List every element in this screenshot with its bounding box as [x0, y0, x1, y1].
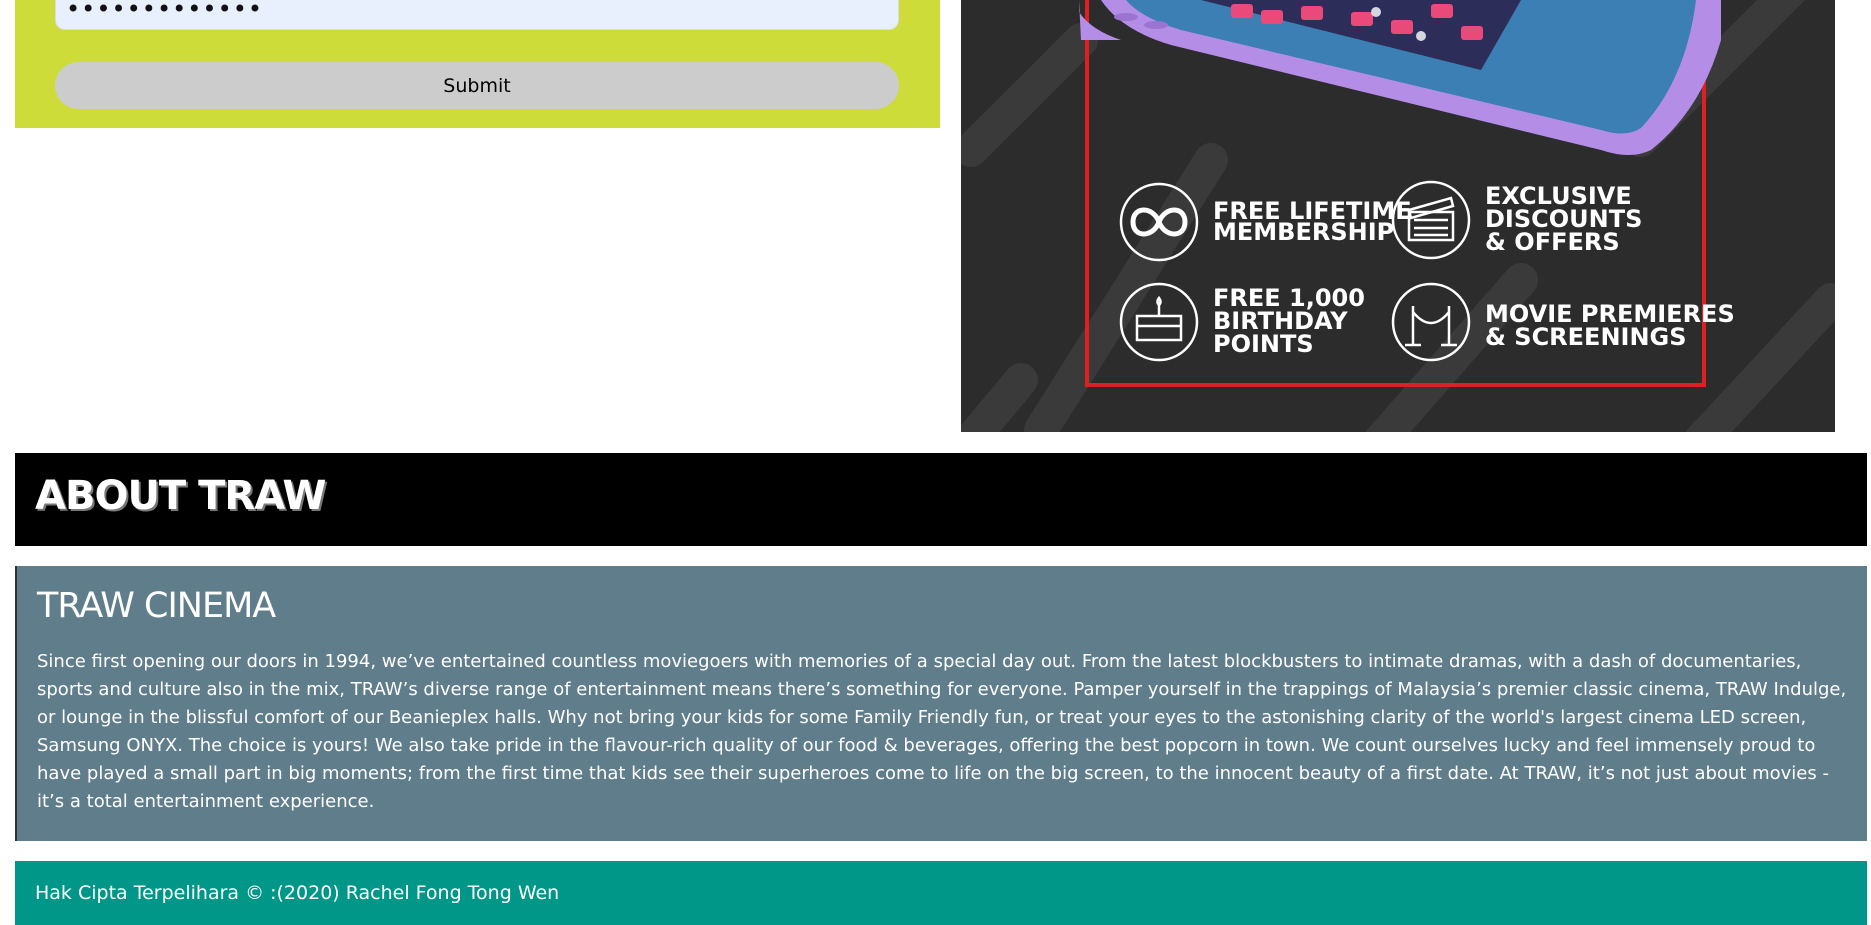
benefit-3-line-3: POINTS	[1213, 330, 1314, 358]
benefit-4-line-2: & SCREENINGS	[1485, 323, 1687, 351]
promo-graphic: FREE LIFETIME MEMBERSHIP EXCLUSIVE DISCO…	[961, 0, 1835, 432]
about-header: ABOUT TRAW	[15, 453, 1867, 546]
about-section: TRAW CINEMA Since first opening our door…	[15, 566, 1867, 841]
benefit-1-line-2: MEMBERSHIP	[1213, 218, 1394, 246]
copyright-text: Hak Cipta Terpelihara © :(2020) Rachel F…	[35, 882, 560, 904]
about-paragraph: Since first opening our doors in 1994, w…	[37, 651, 1847, 812]
benefit-2-line-3: & OFFERS	[1485, 228, 1620, 256]
about-subtitle: TRAW CINEMA	[37, 586, 276, 626]
footer: Hak Cipta Terpelihara © :(2020) Rachel F…	[15, 861, 1867, 925]
membership-promo-image: FREE LIFETIME MEMBERSHIP EXCLUSIVE DISCO…	[961, 0, 1835, 432]
password-input[interactable]: •••••••••••••	[55, 0, 899, 30]
about-heading: ABOUT TRAW	[35, 473, 327, 519]
phone-illustration	[1079, 0, 1721, 155]
submit-button[interactable]: Submit	[55, 62, 899, 109]
membership-form: ••••••••••••• Submit	[15, 0, 940, 128]
